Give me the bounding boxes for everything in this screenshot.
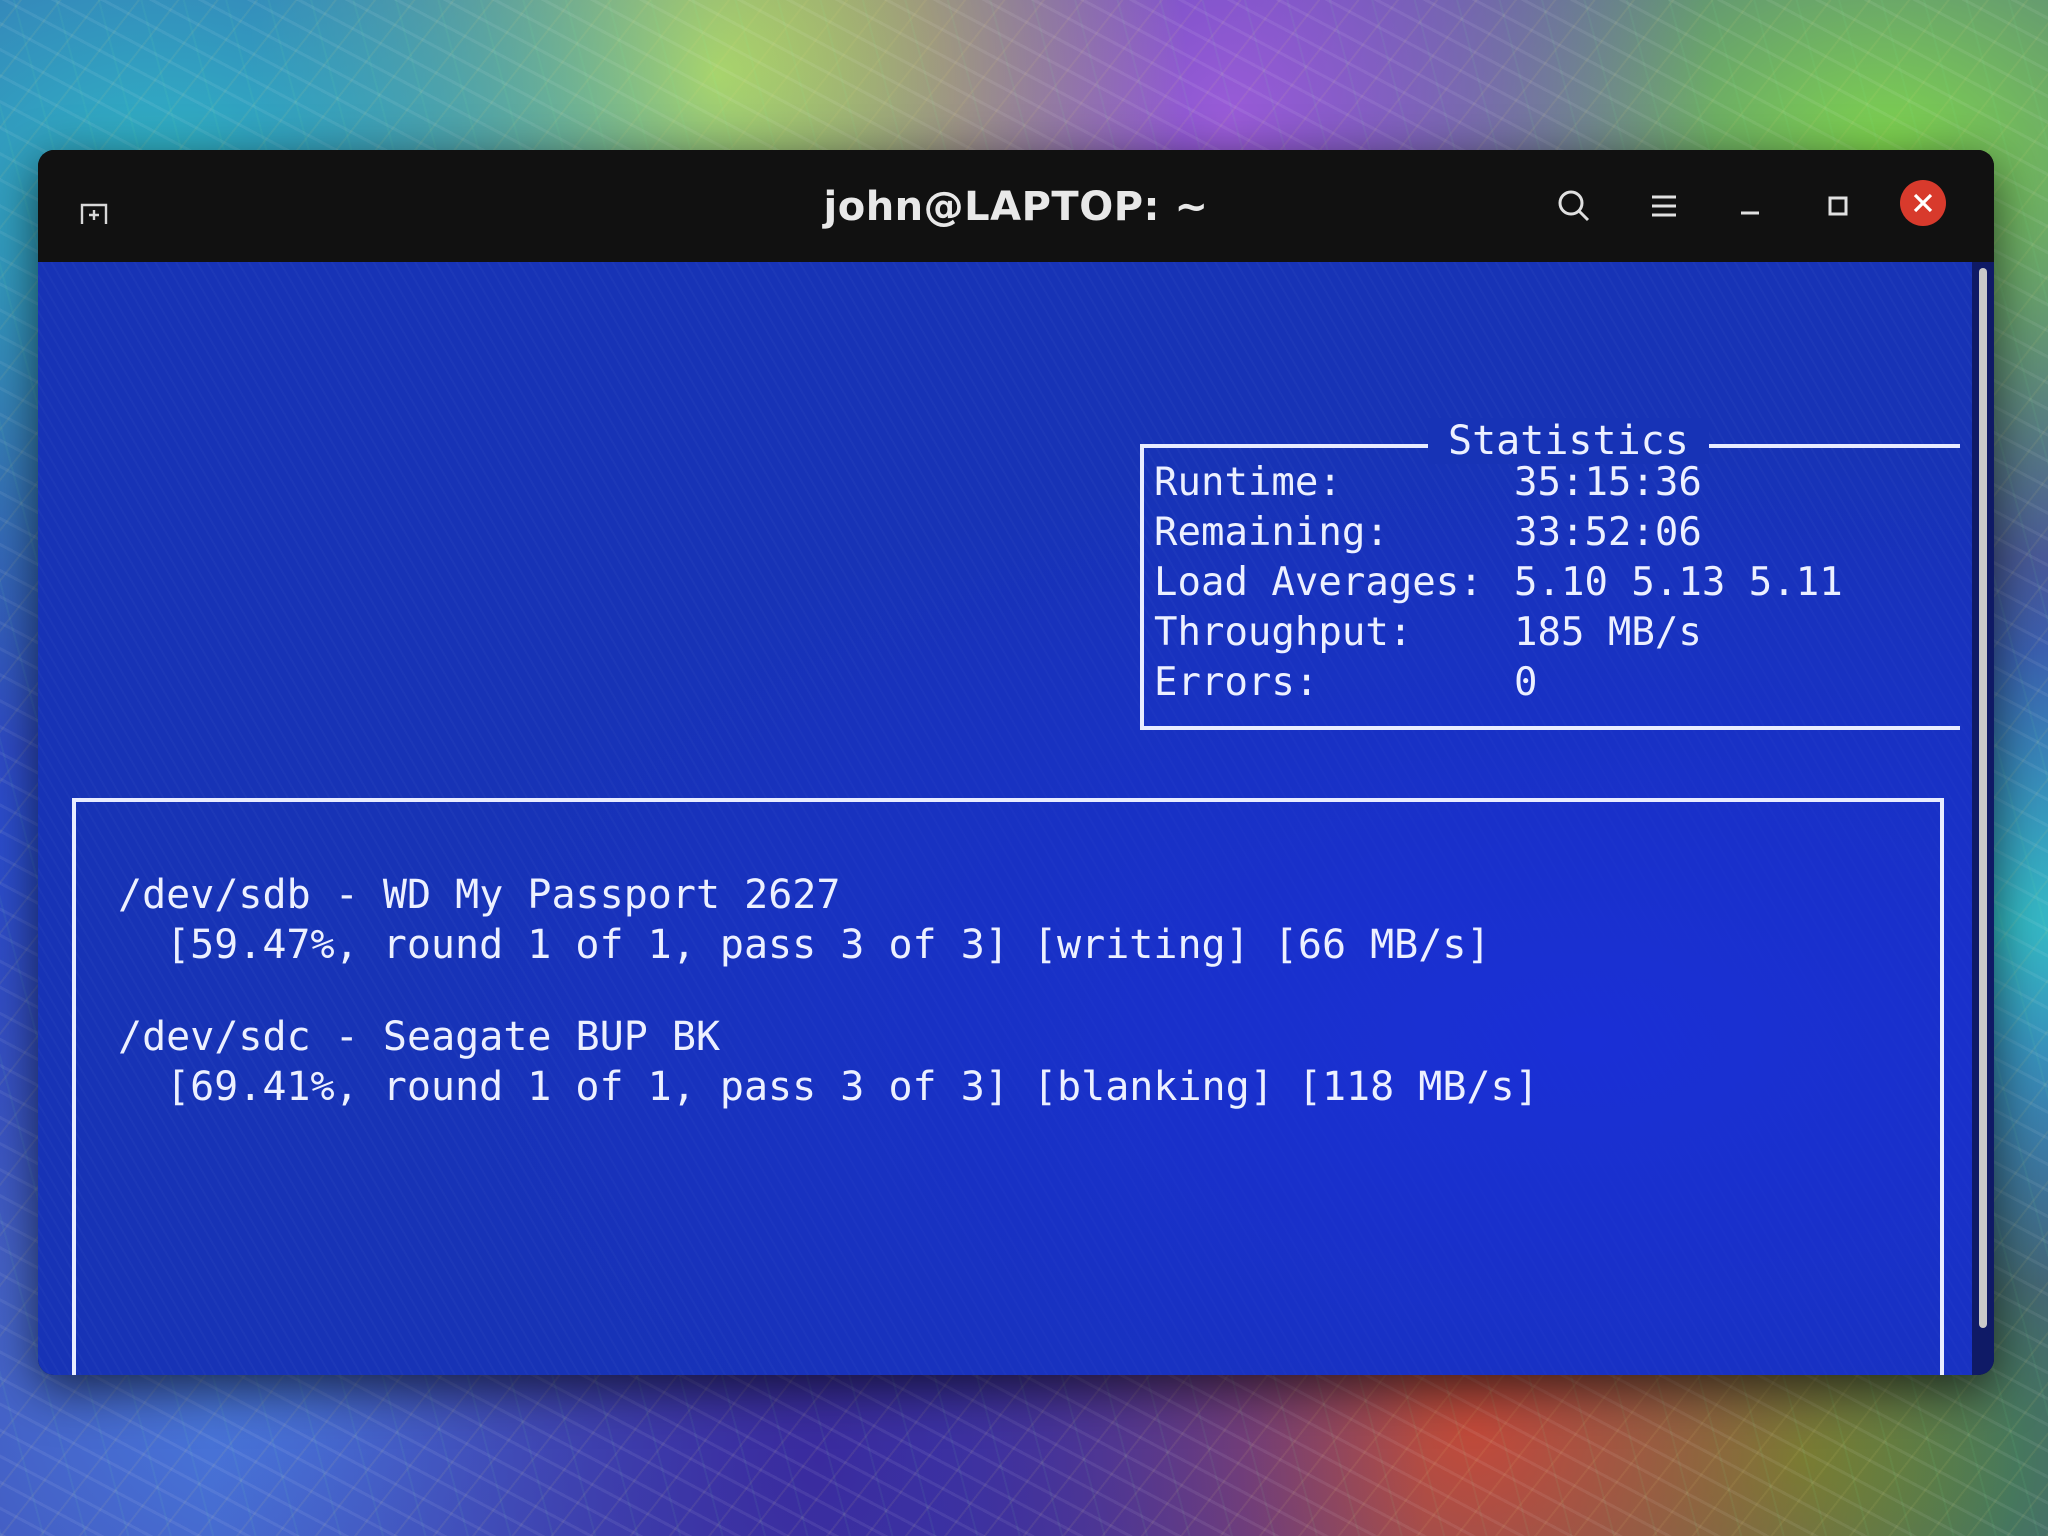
- stat-label: Remaining:: [1154, 510, 1389, 555]
- stat-row-load-averages: Load Averages: 5.10 5.13 5.11: [1154, 560, 1843, 605]
- close-icon[interactable]: [1900, 180, 1946, 226]
- stat-value: 185 MB/s: [1514, 610, 1702, 655]
- minimize-icon[interactable]: [1728, 184, 1772, 228]
- scrollbar-thumb[interactable]: [1979, 268, 1987, 1328]
- maximize-icon[interactable]: [1816, 184, 1860, 228]
- stat-value: 33:52:06: [1514, 510, 1702, 555]
- device-name: /dev/sdb - WD My Passport 2627: [118, 872, 841, 918]
- stat-label: Runtime:: [1154, 460, 1342, 505]
- device-status: [59.47%, round 1 of 1, pass 3 of 3] [wri…: [166, 922, 1491, 968]
- device-status: [69.41%, round 1 of 1, pass 3 of 3] [bla…: [166, 1064, 1539, 1110]
- terminal-window: john@LAPTOP: ~ Statistics Runtime: 35:15…: [38, 150, 1994, 1375]
- stat-label: Throughput:: [1154, 610, 1413, 655]
- stat-row-runtime: Runtime: 35:15:36: [1154, 460, 1702, 505]
- window-title: john@LAPTOP: ~: [823, 184, 1209, 230]
- statistics-title: Statistics: [1428, 418, 1709, 464]
- stat-row-remaining: Remaining: 33:52:06: [1154, 510, 1702, 555]
- stat-value: 5.10 5.13 5.11: [1514, 560, 1843, 605]
- stat-row-throughput: Throughput: 185 MB/s: [1154, 610, 1702, 655]
- search-icon[interactable]: [1552, 184, 1596, 228]
- stat-label: Errors:: [1154, 660, 1319, 705]
- stat-label: Load Averages:: [1154, 560, 1483, 605]
- terminal-screen[interactable]: Statistics Runtime: 35:15:36 Remaining: 33…: [38, 262, 1972, 1375]
- stat-row-errors: Errors: 0: [1154, 660, 1537, 705]
- hamburger-menu-icon[interactable]: [1642, 184, 1686, 228]
- scrollbar[interactable]: [1972, 262, 1994, 1375]
- stat-value: 0: [1514, 660, 1538, 705]
- title-bar: john@LAPTOP: ~: [38, 150, 1994, 262]
- device-name: /dev/sdc - Seagate BUP BK: [118, 1014, 721, 1060]
- stat-value: 35:15:36: [1514, 460, 1702, 505]
